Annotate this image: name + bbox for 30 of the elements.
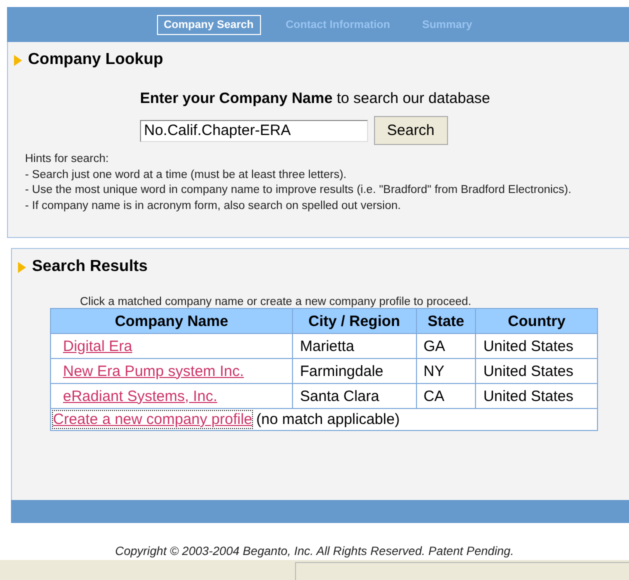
instruction-text: Click a matched company name or create a new company profile to proceed. xyxy=(80,296,472,308)
triangle-bullet-icon xyxy=(14,54,22,66)
no-match-note: (no match applicable) xyxy=(256,411,400,428)
copyright-text: Copyright © 2003-2004 Beganto, Inc. All Rights Reserved. Patent Pending. xyxy=(114,544,515,558)
company-link[interactable]: Digital Era xyxy=(63,338,132,354)
table-cell: United States xyxy=(476,334,598,358)
search-button[interactable]: Search xyxy=(374,116,448,145)
section-title: Search Results xyxy=(32,258,148,276)
triangle-bullet-icon xyxy=(18,262,26,272)
hint-text: - Use the most unique word in company name to improve results (i.e. "Bradford" from Bradford Electronics). xyxy=(25,183,572,198)
column-header: Company Name xyxy=(50,308,292,334)
hint-text: - Search just one word at a time (must be at least three letters). xyxy=(25,168,348,182)
hint-text: Hints for search: xyxy=(25,152,110,167)
table-cell: NY xyxy=(416,358,476,384)
table-cell: Farmingdale xyxy=(292,358,416,384)
nav-tab[interactable]: Company Search xyxy=(156,14,261,34)
table-cell: CA xyxy=(416,384,476,408)
create-profile-link[interactable]: Create a new company profile xyxy=(53,411,252,428)
table-cell: Santa Clara xyxy=(292,384,416,408)
search-field[interactable]: No.Calif.Chapter-ERA xyxy=(140,120,368,142)
section-title: Company Lookup xyxy=(28,51,164,69)
column-header: State xyxy=(416,308,476,334)
table-cell: United States xyxy=(476,358,598,384)
column-header: City / Region xyxy=(292,308,416,334)
table-cell: GA xyxy=(416,334,476,358)
table-cell: Marietta xyxy=(292,334,416,358)
search-prompt: Enter your Company Name to search our database xyxy=(140,90,492,107)
table-cell: United States xyxy=(476,384,598,408)
hint-text: - If company name is in acronym form, also search on spelled out version. xyxy=(25,198,402,214)
column-header: Country xyxy=(476,308,598,334)
